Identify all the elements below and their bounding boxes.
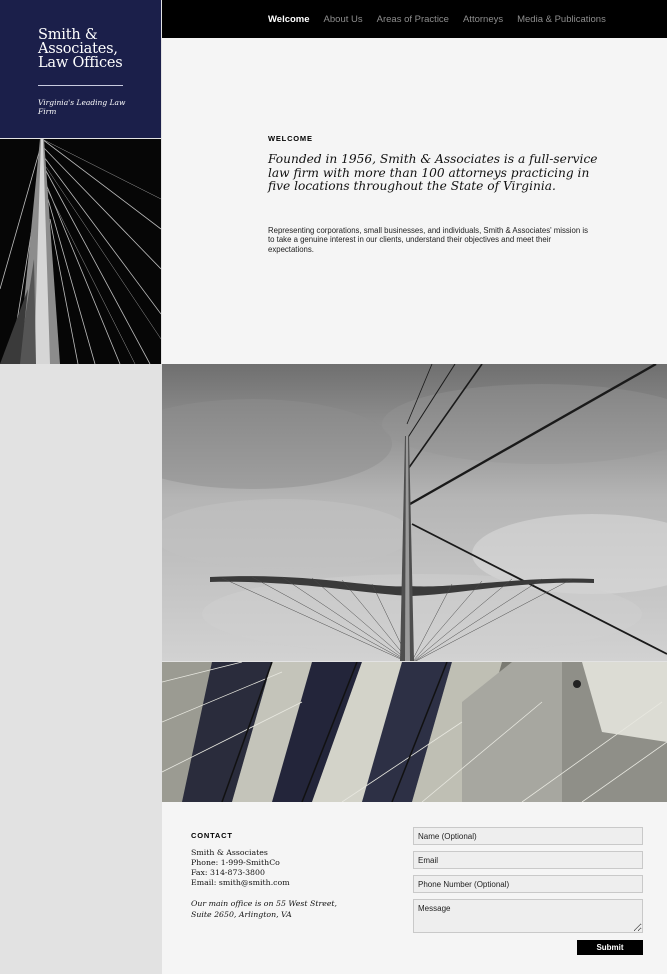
submit-button[interactable]: Submit [577,940,643,955]
nav-list: Welcome About Us Areas of Practice Attor… [268,14,620,25]
intro-lead: Founded in 1956, Smith & Associates is a… [268,152,598,193]
brand-divider [38,85,123,86]
sidebar-photo [0,139,161,364]
contact-fax: Fax: 314-873-3800 [191,868,265,877]
bridge-mast-image [0,139,161,364]
stairs-image [162,662,667,802]
nav-item-attorneys[interactable]: Attorneys [463,14,503,25]
name-field[interactable] [413,827,643,845]
intro-section: WELCOME Founded in 1956, Smith & Associa… [162,38,667,364]
contact-heading: CONTACT [191,831,233,840]
intro-heading: WELCOME [268,134,313,143]
contact-form: Submit [413,827,643,955]
email-field[interactable] [413,851,643,869]
contact-company: Smith & Associates [191,848,268,857]
contact-email[interactable]: Email: smith@smith.com [191,878,290,888]
bridge-sky-image [162,364,667,661]
nav-item-media-publications[interactable]: Media & Publications [517,14,606,25]
contact-phone: Phone: 1-999-SmithCo [191,858,280,867]
stairs-photo [162,662,667,802]
top-navigation: Welcome About Us Areas of Practice Attor… [162,0,667,38]
nav-item-areas-of-practice[interactable]: Areas of Practice [377,14,449,25]
office-address-note: Our main office is on 55 West Street, Su… [191,899,338,919]
intro-body: Representing corporations, small busines… [268,226,589,254]
brand-name[interactable]: Smith & Associates, Law Offices [38,27,161,71]
brand-name-line-1: Smith & [38,27,98,43]
sidebar-fill [0,364,162,974]
brand-tagline: Virginia's Leading Law Firm [38,98,126,116]
brand-name-line-2: Associates, [38,41,118,57]
bridge-photo [162,364,667,661]
contact-details: Smith & Associates Phone: 1-999-SmithCo … [191,848,290,888]
nav-item-about-us[interactable]: About Us [324,14,363,25]
message-field[interactable] [413,899,643,933]
nav-item-welcome[interactable]: Welcome [268,14,310,25]
brand-name-line-3: Law Offices [38,55,123,71]
phone-field[interactable] [413,875,643,893]
brand-block: Smith & Associates, Law Offices Virginia… [0,0,161,138]
contact-section: CONTACT Smith & Associates Phone: 1-999-… [162,802,667,974]
